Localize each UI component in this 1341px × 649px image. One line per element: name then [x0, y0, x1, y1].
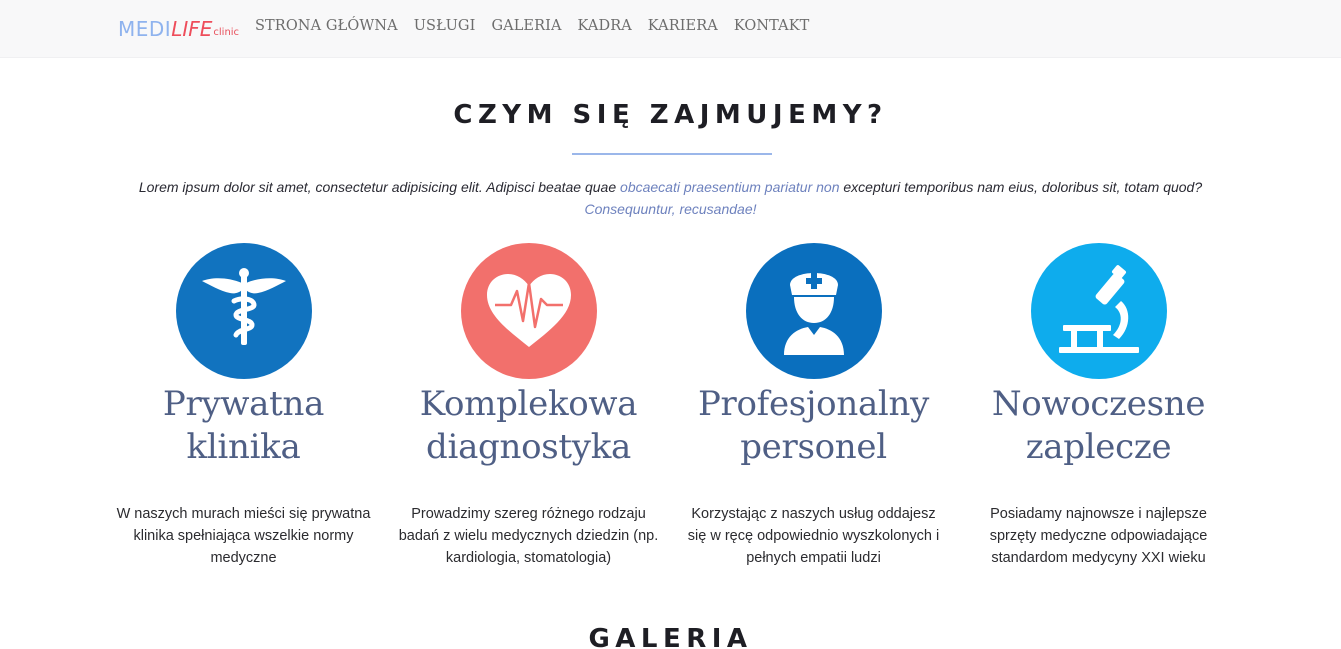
nav-contact[interactable]: KONTAKT [734, 16, 810, 36]
navbar: MEDI LIFE clinic STRONA GŁÓWNA USŁUGI GA… [0, 0, 1341, 58]
title-divider [572, 153, 772, 155]
feature-description: Korzystając z naszych usług oddajesz się… [687, 506, 940, 566]
feature-title: Profesjonalny personel [671, 383, 956, 469]
intro-text-part2: excepturi temporibus nam eius, doloribus… [839, 179, 1203, 195]
feature-title-line2: zaplecze [1025, 427, 1172, 467]
feature-title-line1: Prywatna [162, 384, 325, 424]
intro-link-2[interactable]: Consequuntur, recusandae! [584, 201, 756, 217]
intro-text-part1: Lorem ipsum dolor sit amet, consectetur … [138, 179, 621, 195]
feature-staff: Profesjonalny personel Korzystając z nas… [671, 243, 956, 569]
feature-title: Nowoczesne zaplecze [956, 383, 1241, 469]
microscope-icon [1030, 243, 1167, 379]
feature-title-line1: Komplekowa [419, 384, 638, 424]
logo-medi: MEDI [118, 17, 172, 41]
intro-link-1[interactable]: obcaecati praesentium pariatur non [620, 179, 839, 195]
nurse-icon [745, 243, 882, 379]
heart-pulse-icon [460, 243, 597, 379]
nav-gallery[interactable]: GALERIA [491, 16, 561, 36]
feature-title-line1: Profesjonalny [697, 384, 929, 424]
section-title: CZYM SIĘ ZAJMUJEMY? [453, 100, 888, 130]
feature-title-line1: Nowoczesne [991, 384, 1206, 424]
feature-description: Posiadamy najnowsze i najlepsze sprzęty … [989, 506, 1208, 566]
brand-logo[interactable]: MEDI LIFE clinic [118, 15, 239, 41]
feature-title-line2: klinika [186, 427, 301, 467]
logo-clinic: clinic [213, 27, 240, 38]
feature-facilities: Nowoczesne zaplecze Posiadamy najnowsze … [956, 243, 1241, 569]
feature-diagnostics: Komplekowa diagnostyka Prowadzimy szereg… [386, 243, 671, 569]
caduceus-icon [175, 243, 312, 379]
nav-menu: STRONA GŁÓWNA USŁUGI GALERIA KADRA KARIE… [255, 16, 825, 36]
nav-home[interactable]: STRONA GŁÓWNA [255, 16, 398, 36]
feature-title-line2: personel [740, 427, 887, 467]
feature-description: W naszych murach mieści się prywatna kli… [116, 506, 371, 566]
feature-title: Komplekowa diagnostyka [386, 383, 671, 469]
feature-title: Prywatna klinika [101, 383, 386, 469]
nav-staff[interactable]: KADRA [578, 16, 632, 36]
logo-life: LIFE [171, 17, 213, 41]
feature-private-clinic: Prywatna klinika W naszych murach mieści… [101, 243, 386, 569]
nav-services[interactable]: USŁUGI [414, 16, 476, 36]
feature-description: Prowadzimy szereg różnego rodzaju badań … [398, 506, 659, 566]
gallery-title: GALERIA [588, 624, 753, 649]
intro-text: Lorem ipsum dolor sit amet, consectetur … [120, 176, 1221, 220]
feature-title-line2: diagnostyka [426, 427, 631, 467]
nav-career[interactable]: KARIERA [648, 16, 718, 36]
